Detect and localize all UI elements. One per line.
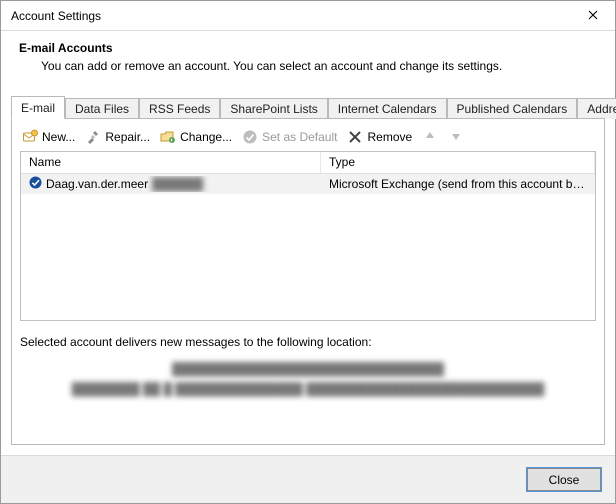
change-button-label: Change... (180, 130, 232, 144)
close-icon (588, 9, 598, 23)
repair-button-label: Repair... (105, 130, 150, 144)
set-default-button: Set as Default (242, 129, 337, 145)
header-title: E-mail Accounts (19, 41, 597, 55)
window-title: Account Settings (11, 9, 570, 23)
check-circle-icon (242, 129, 258, 145)
tab-address-books[interactable]: Address Books (577, 98, 616, 119)
account-name-obscured: ██████ (152, 177, 203, 191)
arrow-up-icon (424, 130, 436, 145)
set-default-button-label: Set as Default (262, 130, 337, 144)
default-account-check-icon (29, 176, 42, 192)
location-line1: ████████████████████████████████ (20, 359, 596, 379)
tab-data-files[interactable]: Data Files (65, 98, 139, 119)
arrow-down-icon (450, 130, 462, 145)
remove-x-icon (347, 129, 363, 145)
header-section: E-mail Accounts You can add or remove an… (1, 31, 615, 91)
header-description: You can add or remove an account. You ca… (41, 59, 597, 73)
change-button[interactable]: Change... (160, 129, 232, 145)
location-section: Selected account delivers new messages t… (20, 335, 596, 400)
remove-button[interactable]: Remove (347, 129, 412, 145)
table-header: Name Type (21, 152, 595, 174)
close-button[interactable]: Close (527, 468, 601, 491)
window-close-button[interactable] (570, 1, 615, 31)
location-line2: ████████ ██ █ ███████████████ ██████████… (20, 379, 596, 399)
tab-sharepoint-lists[interactable]: SharePoint Lists (220, 98, 327, 119)
column-name[interactable]: Name (21, 152, 321, 173)
tab-internet-calendars[interactable]: Internet Calendars (328, 98, 447, 119)
location-details: ████████████████████████████████ ███████… (20, 359, 596, 400)
table-row[interactable]: Daag.van.der.meer ██████ Microsoft Exchan… (21, 174, 595, 194)
move-up-button (422, 129, 438, 145)
mail-new-icon (22, 129, 38, 145)
dialog-footer: Close (1, 455, 615, 503)
repair-button[interactable]: Repair... (85, 129, 150, 145)
new-button[interactable]: New... (22, 129, 75, 145)
remove-button-label: Remove (367, 130, 412, 144)
content-area: E-mail Data Files RSS Feeds SharePoint L… (1, 91, 615, 455)
account-name-visible: Daag.van.der.meer (46, 177, 148, 191)
tools-icon (85, 129, 101, 145)
move-down-button (448, 129, 464, 145)
titlebar: Account Settings (1, 1, 615, 31)
accounts-table: Name Type Daag.van.der.meer ██████ Micros… (20, 151, 596, 321)
toolbar: New... Repair... (20, 127, 596, 151)
tab-rss-feeds[interactable]: RSS Feeds (139, 98, 220, 119)
account-type-cell: Microsoft Exchange (send from this accou… (321, 177, 595, 191)
tabstrip: E-mail Data Files RSS Feeds SharePoint L… (11, 97, 605, 119)
account-settings-window: Account Settings E-mail Accounts You can… (0, 0, 616, 504)
account-name-cell: Daag.van.der.meer ██████ (21, 176, 321, 192)
column-type[interactable]: Type (321, 152, 595, 173)
tab-published-calendars[interactable]: Published Calendars (447, 98, 578, 119)
folder-change-icon (160, 129, 176, 145)
tab-page-email: New... Repair... (11, 119, 605, 445)
location-label: Selected account delivers new messages t… (20, 335, 596, 349)
new-button-label: New... (42, 130, 75, 144)
tab-email[interactable]: E-mail (11, 96, 65, 119)
